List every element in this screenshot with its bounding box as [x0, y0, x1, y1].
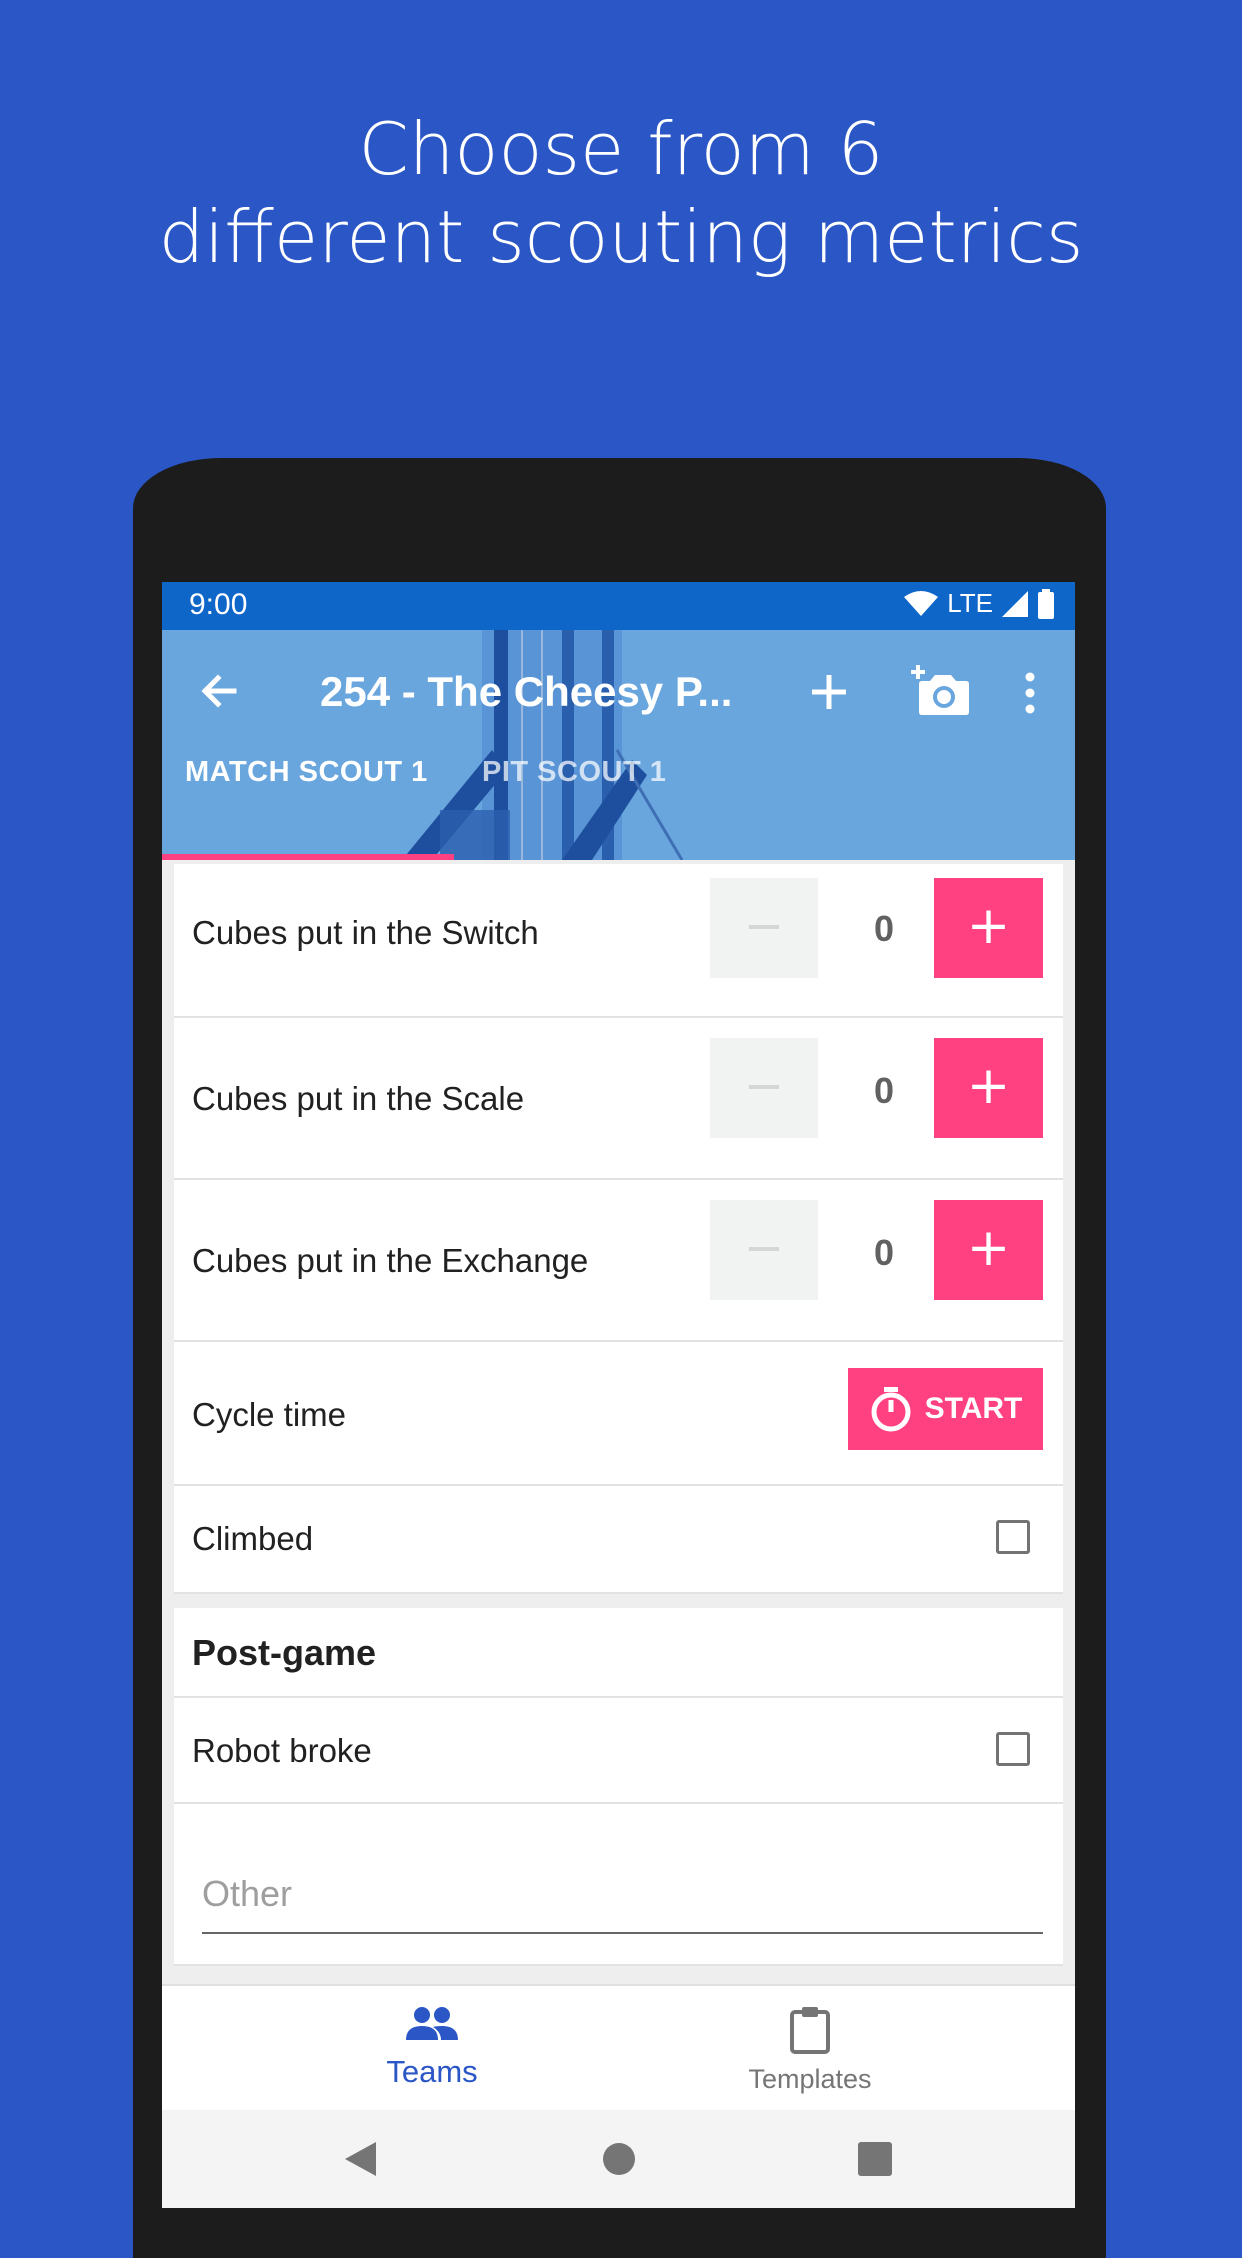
metric-label: Cubes put in the Scale: [192, 1080, 525, 1117]
promo-headline: Choose from 6 different scouting metrics: [0, 105, 1242, 281]
nav-item-teams[interactable]: Teams: [332, 2006, 532, 2090]
increment-button[interactable]: +: [934, 1200, 1043, 1300]
tab-pit-scout-1[interactable]: PIT SCOUT 1: [482, 756, 666, 789]
decrement-button[interactable]: −: [710, 878, 818, 978]
system-home-icon[interactable]: [602, 2142, 636, 2176]
checkbox-row-climbed: Climbed: [174, 1486, 1063, 1594]
nav-label-teams: Teams: [386, 2054, 478, 2089]
people-icon: [406, 2007, 458, 2040]
metric-label: Cycle time: [192, 1396, 347, 1433]
metric-label: Robot broke: [192, 1732, 372, 1769]
counter-row-exchange: Cubes put in the Exchange − 0 +: [174, 1180, 1063, 1342]
metric-label: Cubes put in the Exchange: [192, 1242, 589, 1279]
arrow-back-icon[interactable]: [194, 666, 244, 716]
robot-broke-checkbox[interactable]: [996, 1732, 1030, 1766]
start-label: START: [924, 1392, 1023, 1425]
app-screen: 9:00 LTE 254 - The Cheesy P... MATCH SCO…: [162, 582, 1075, 2208]
other-text-field[interactable]: [202, 1862, 1043, 1934]
timer-icon: [871, 1387, 911, 1432]
app-bar: 254 - The Cheesy P... MATCH SCOUT 1 PIT …: [162, 630, 1075, 860]
section-header-post-game: Post-game: [174, 1608, 1063, 1698]
bottom-navigation: Teams Templates: [162, 1984, 1075, 2112]
battery-icon: [1038, 588, 1054, 619]
system-navigation-bar: [162, 2110, 1075, 2208]
system-recents-icon[interactable]: [858, 2142, 892, 2176]
counter-row-scale: Cubes put in the Scale − 0 +: [174, 1018, 1063, 1180]
promo-line-1: Choose from 6: [358, 107, 884, 191]
wifi-icon: [904, 590, 939, 616]
clipboard-icon: [790, 2007, 830, 2054]
increment-button[interactable]: +: [934, 1038, 1043, 1138]
decrement-button[interactable]: −: [710, 1200, 818, 1300]
status-bar: 9:00 LTE: [162, 582, 1075, 630]
timer-row-cycle-time: Cycle time START: [174, 1342, 1063, 1486]
tab-indicator: [162, 854, 454, 860]
counter-row-switch: Cubes put in the Switch − 0 +: [174, 864, 1063, 1018]
add-icon[interactable]: [807, 670, 851, 714]
add-photo-icon[interactable]: [910, 664, 970, 716]
counter-value: 0: [873, 908, 895, 949]
team-title: 254 - The Cheesy P...: [320, 668, 733, 715]
nav-label-templates: Templates: [748, 2064, 872, 2094]
metric-label: Cubes put in the Switch: [192, 914, 539, 951]
promo-line-2: different scouting metrics: [158, 195, 1084, 279]
tab-match-scout-1[interactable]: MATCH SCOUT 1: [185, 756, 428, 789]
more-vert-icon[interactable]: [1020, 668, 1040, 718]
counter-value: 0: [873, 1232, 895, 1273]
nav-item-templates[interactable]: Templates: [710, 2006, 910, 2095]
increment-button[interactable]: +: [934, 878, 1043, 978]
timer-start-button[interactable]: START: [848, 1368, 1043, 1450]
text-row-other: [174, 1804, 1063, 1966]
system-back-icon[interactable]: [342, 2140, 378, 2178]
climbed-checkbox[interactable]: [996, 1520, 1030, 1554]
network-type: LTE: [947, 588, 993, 618]
counter-value: 0: [873, 1070, 895, 1111]
decrement-button[interactable]: −: [710, 1038, 818, 1138]
status-time: 9:00: [189, 588, 248, 621]
section-title: Post-game: [192, 1632, 377, 1673]
metric-label: Climbed: [192, 1520, 314, 1557]
signal-icon: [1002, 590, 1028, 617]
status-icons: LTE: [903, 588, 1055, 619]
checkbox-row-robot-broke: Robot broke: [174, 1698, 1063, 1804]
